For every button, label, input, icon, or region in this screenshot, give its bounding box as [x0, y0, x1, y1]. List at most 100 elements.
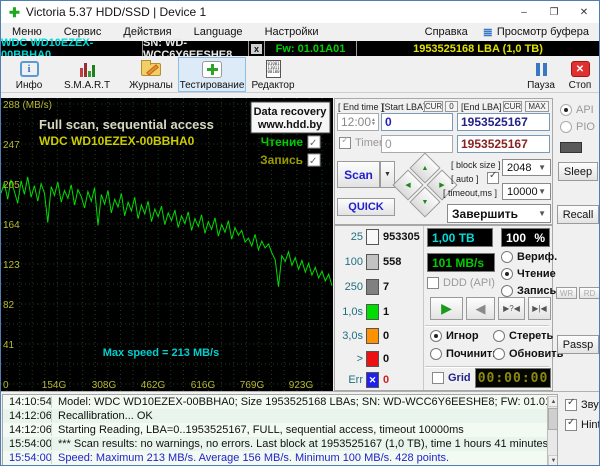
y-tick-205: 205 — [3, 180, 20, 191]
max-speed-annotation: Max speed = 213 MB/s — [103, 347, 219, 359]
end-lba-input[interactable]: 1953525167 — [457, 113, 550, 131]
scroll-up-icon[interactable]: ▲ — [548, 396, 558, 407]
hints-checkbox[interactable]: Hints — [565, 419, 600, 431]
start-test-button[interactable]: ▶ — [430, 297, 463, 320]
watermark-line2: www.hdd.by — [257, 119, 323, 131]
toolbar: i Инфо S.M.A.R.T Журналы Тестирование 01… — [1, 56, 599, 93]
wr-button[interactable]: WR — [556, 287, 577, 299]
device-info-bar: WDC WD10EZEX-00BBHA0 SN: WD-WCC6Y6EESHE8… — [1, 41, 599, 56]
action-repair-radio[interactable]: Починить — [430, 348, 499, 360]
recall-button[interactable]: Recall — [557, 205, 599, 224]
sound-checkbox[interactable]: Звук — [565, 399, 600, 411]
log-row-speed-summary: 15:54:00 Speed: Maximum 213 MB/s. Averag… — [3, 451, 557, 465]
pause-button[interactable]: Пауза — [521, 57, 561, 92]
testing-button[interactable]: Тестирование — [178, 57, 246, 92]
timer-value-input[interactable]: 0 — [381, 135, 453, 153]
hex-document-icon: 010011101100100 — [266, 60, 281, 78]
start-lba-zero-button[interactable]: 0 — [445, 101, 458, 112]
counter-row-25: 25953305 — [339, 228, 420, 246]
x-tick-616g: 616G — [191, 380, 216, 391]
quick-button[interactable]: QUICK — [337, 198, 395, 216]
device-tab-close[interactable]: x — [249, 41, 265, 56]
sleep-button[interactable]: Sleep — [558, 162, 598, 181]
action-erase-radio[interactable]: Стереть — [493, 330, 553, 342]
scrollbar-thumb[interactable] — [548, 408, 558, 430]
legend-read-check-icon: ✓ — [309, 138, 317, 149]
menu-help[interactable]: Справка — [414, 26, 479, 38]
block-size-label: [ block size ] — [451, 160, 501, 170]
finish-action-dropdown[interactable]: Завершить▼ — [447, 204, 551, 223]
device-firmware: Fw: 01.01A01 — [265, 41, 357, 56]
end-lba-max-button[interactable]: MAX — [525, 101, 549, 112]
timeout-dropdown[interactable]: 10000▼ — [502, 183, 551, 200]
action-ignore-radio[interactable]: Игнор — [430, 330, 479, 342]
x-tick-308g: 308G — [92, 380, 117, 391]
error-block-icon: ✕ — [366, 372, 379, 388]
info-button[interactable]: i Инфо — [5, 57, 53, 92]
spinner-arrows-icon[interactable]: ▲▼ — [371, 118, 376, 126]
indicator-button[interactable] — [560, 142, 582, 153]
action-refresh-radio[interactable]: Обновить — [493, 348, 563, 360]
smart-button[interactable]: S.M.A.R.T — [59, 57, 115, 92]
seek-test-button[interactable]: ▶?◀ — [498, 297, 525, 320]
end-time-spinner[interactable]: 12:00 ▲▼ — [337, 113, 379, 131]
timeout-label: [ timeout,ms ] — [443, 188, 497, 198]
mode-read-radio[interactable]: Чтение — [501, 268, 556, 280]
ddd-api-checkbox[interactable]: DDD (API) — [427, 277, 495, 289]
log-row: 14:12:06 Starting Reading, LBA=0..195352… — [3, 423, 557, 437]
counter-row-250: 2507 — [339, 278, 389, 296]
rd-button[interactable]: RD — [579, 287, 600, 299]
auto-checkbox[interactable] — [487, 172, 499, 184]
pio-radio[interactable]: PIO — [560, 121, 595, 133]
elapsed-time-lcd: 00:00:00 — [475, 368, 551, 388]
api-radio[interactable]: API — [560, 104, 594, 116]
passport-button[interactable]: Passp — [557, 335, 599, 354]
log-scrollbar[interactable]: ▲ ▼ — [547, 396, 558, 466]
counter-row-100: 100558 — [339, 253, 401, 271]
end-lba-cur-button[interactable]: CUR — [503, 101, 522, 112]
jump-end-button[interactable]: ▶|◀ — [528, 297, 551, 320]
legend-write-check-icon: ✓ — [309, 156, 317, 167]
device-capacity: 1953525168 LBA (1,0 TB) — [357, 41, 599, 56]
mode-write-radio[interactable]: Запись — [501, 285, 556, 297]
start-lba-cur-button[interactable]: CUR — [424, 101, 443, 112]
editor-button[interactable]: 010011101100100 Редактор — [247, 57, 299, 92]
block-swatch-1s — [366, 304, 379, 320]
divider — [425, 325, 549, 327]
title-bar: ✚ Victoria 5.37 HDD/SSD | Device 1 – ❐ ✕ — [1, 1, 599, 23]
logs-button[interactable]: Журналы — [125, 57, 177, 92]
buffer-view-button[interactable]: ≣ Просмотр буфера — [479, 26, 599, 38]
minimize-button[interactable]: – — [509, 1, 539, 23]
end-lba-repeat-input[interactable]: 1953525167 — [457, 135, 550, 153]
info-icon: i — [20, 61, 39, 77]
graph-title: Full scan, sequential access — [39, 117, 214, 132]
scroll-down-icon[interactable]: ▼ — [548, 455, 558, 466]
chevron-down-icon: ▼ — [538, 187, 546, 196]
scan-button[interactable]: Scan — [337, 161, 380, 188]
maximize-button[interactable]: ❐ — [539, 1, 569, 23]
timer-checkbox[interactable]: Timer — [339, 137, 383, 149]
pencil-icon — [146, 64, 159, 75]
start-lba-input[interactable]: 0 — [381, 113, 453, 131]
start-lba-label: [Start LBA] — [382, 102, 426, 112]
timer-check-icon — [339, 137, 351, 149]
close-button[interactable]: ✕ — [569, 1, 599, 23]
mode-verify-radio[interactable]: Вериф. — [501, 251, 557, 263]
back-button[interactable]: ◀ — [466, 297, 495, 320]
buffer-view-label: Просмотр буфера — [497, 26, 589, 38]
grid-checkbox[interactable]: Grid — [432, 372, 471, 384]
scan-setup-group: [ End time ] [Start LBA] CUR 0 [End LBA]… — [334, 98, 553, 225]
block-size-dropdown[interactable]: 2048▼ — [502, 159, 551, 176]
log-row: 15:54:00 *** Scan results: no warnings, … — [3, 437, 557, 451]
bar-chart-icon — [80, 62, 95, 77]
counter-row-1s: 1,0s1 — [339, 303, 389, 321]
speed-lcd: 101 MB/s — [427, 253, 495, 272]
block-swatch-250 — [366, 279, 379, 295]
checkbox-icon — [565, 419, 577, 431]
x-tick-769g: 769G — [240, 380, 265, 391]
y-tick-164: 164 — [3, 220, 20, 231]
stop-button[interactable]: ✕ Стоп — [563, 57, 597, 92]
y-tick-288: 288 (MB/s) — [3, 100, 52, 111]
menu-settings[interactable]: Настройки — [254, 26, 330, 38]
seek-pad: ▲ ◀ ▶ ▼ — [397, 157, 453, 213]
